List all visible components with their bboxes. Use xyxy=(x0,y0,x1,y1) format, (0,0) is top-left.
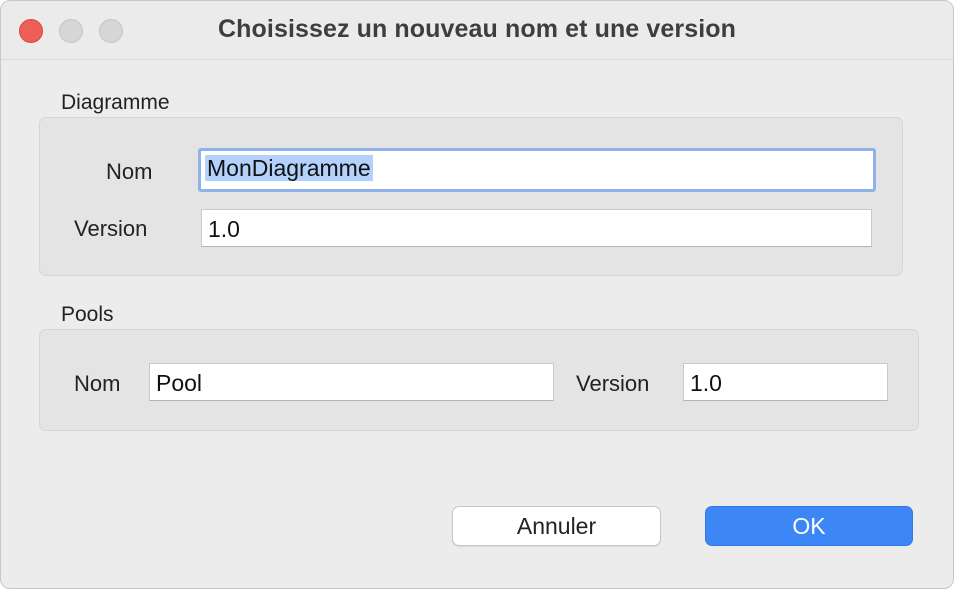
diagram-name-label: Nom xyxy=(106,159,153,184)
pool-name-input[interactable]: Pool xyxy=(149,363,554,401)
dialog-title: Choisissez un nouveau nom et une version xyxy=(218,15,736,43)
diagram-section-label: Diagramme xyxy=(61,91,170,114)
pool-name-value: Pool xyxy=(156,370,203,396)
cancel-button[interactable]: Annuler xyxy=(452,506,661,546)
pool-version-input[interactable]: 1.0 xyxy=(683,363,888,401)
diagram-group-box: Nom MonDiagramme Version 1.0 xyxy=(39,117,903,276)
pool-version-value: 1.0 xyxy=(690,370,722,396)
diagram-version-input[interactable]: 1.0 xyxy=(201,209,872,247)
diagram-version-label: Version xyxy=(74,216,148,241)
pools-group-box: Nom Pool Version 1.0 xyxy=(39,329,919,431)
pools-section-label: Pools xyxy=(61,303,114,326)
pool-name-label: Nom xyxy=(74,371,121,396)
title-bar: Choisissez un nouveau nom et une version xyxy=(1,1,953,60)
pool-version-label: Version xyxy=(576,371,650,396)
diagram-name-input[interactable]: MonDiagramme xyxy=(198,148,876,192)
rename-dialog: Choisissez un nouveau nom et une version… xyxy=(0,0,954,589)
diagram-name-value: MonDiagramme xyxy=(205,155,373,181)
diagram-version-value: 1.0 xyxy=(208,216,240,242)
ok-button[interactable]: OK xyxy=(705,506,913,546)
